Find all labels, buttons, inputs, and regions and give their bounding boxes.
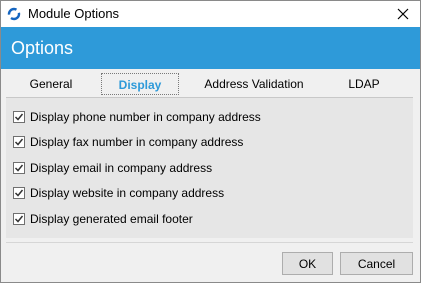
window-title: Module Options [28,6,120,21]
checkmark-icon [14,138,24,146]
ok-button[interactable]: OK [282,252,333,275]
option-email-footer[interactable]: Display generated email footer [13,210,193,228]
close-icon [397,8,409,20]
checkmark-icon [14,215,24,223]
option-fax-number[interactable]: Display fax number in company address [13,133,243,151]
tab-bar: General Display Address Validation LDAP [9,73,412,97]
checkmark-icon [14,164,24,172]
cancel-button[interactable]: Cancel [340,252,413,275]
tab-address-validation[interactable]: Address Validation [195,73,313,95]
display-options-panel: Display phone number in company address … [6,97,413,238]
option-label: Display email in company address [30,161,213,175]
header-title: Options [11,38,74,58]
checkbox[interactable] [13,187,25,199]
options-header: Options [1,27,420,69]
option-email[interactable]: Display email in company address [13,159,212,177]
title-bar: Module Options [1,1,420,27]
app-icon [7,7,21,21]
option-label: Display website in company address [30,186,225,200]
checkbox[interactable] [13,162,25,174]
tab-general[interactable]: General [19,73,83,95]
checkmark-icon [14,189,24,197]
tab-display[interactable]: Display [101,73,179,95]
checkbox[interactable] [13,111,25,123]
footer-divider [6,242,413,243]
option-phone-number[interactable]: Display phone number in company address [13,108,261,126]
checkmark-icon [14,113,24,121]
option-label: Display phone number in company address [30,110,261,124]
module-options-dialog: Module Options Options General Display A… [0,0,421,283]
checkbox[interactable] [13,213,25,225]
close-button[interactable] [386,1,420,27]
option-label: Display generated email footer [30,212,193,226]
option-label: Display fax number in company address [30,135,244,149]
checkbox[interactable] [13,136,25,148]
tab-ldap[interactable]: LDAP [337,73,391,95]
option-website[interactable]: Display website in company address [13,184,224,202]
